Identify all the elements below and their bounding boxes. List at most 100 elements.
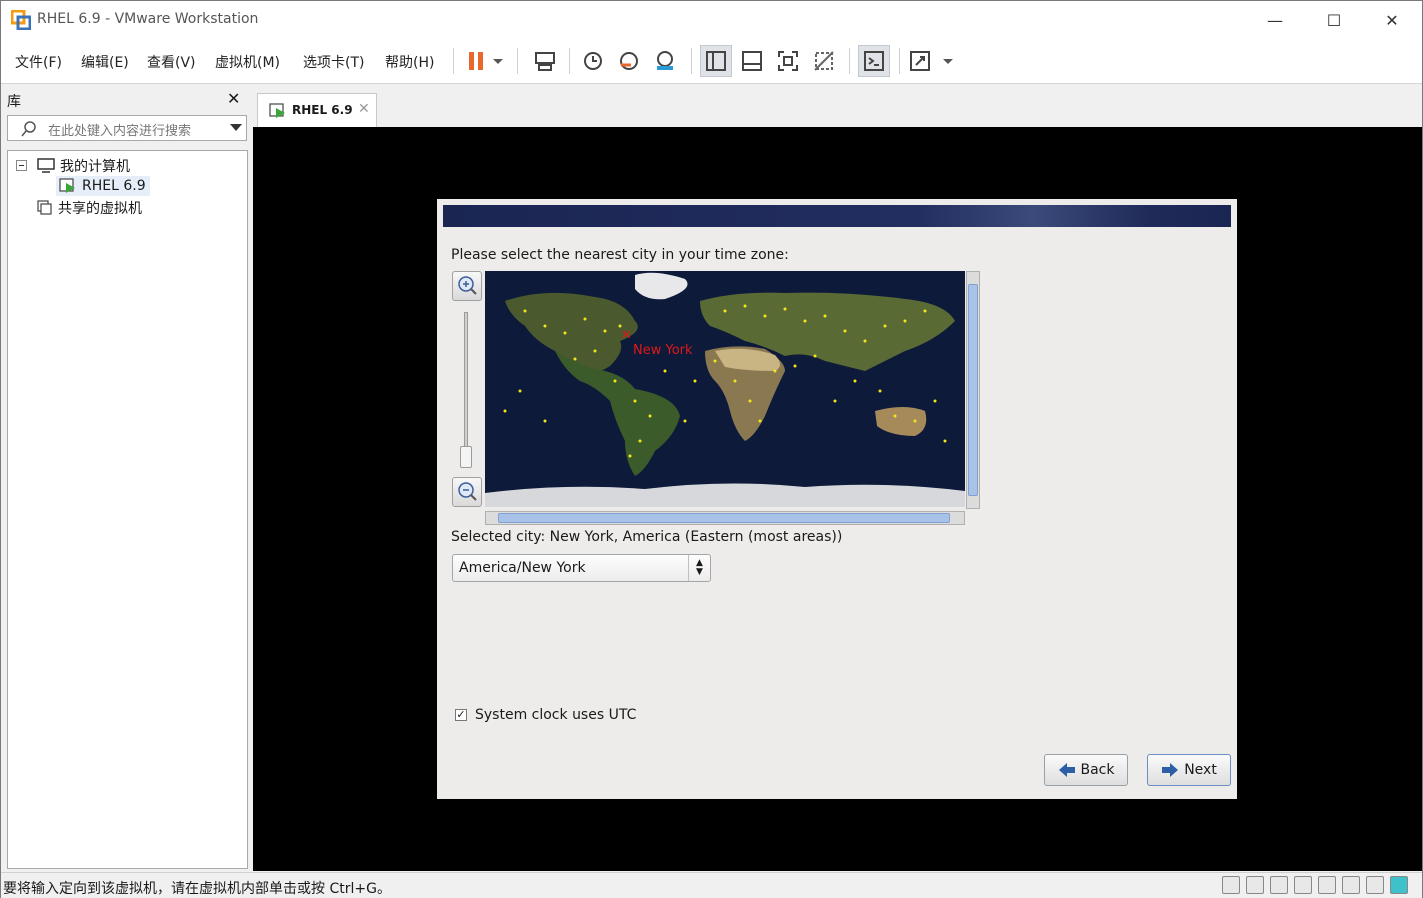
network-adapter-icon[interactable] <box>1270 876 1288 894</box>
toolbar-separator <box>691 48 692 74</box>
map-vertical-scroll-thumb[interactable] <box>968 284 978 496</box>
show-library-button[interactable] <box>700 45 732 77</box>
tree-item-rhel[interactable]: RHEL 6.9 <box>56 176 150 196</box>
vm-running-icon <box>269 103 285 118</box>
menu-help[interactable]: 帮助(H) <box>385 52 434 72</box>
fullscreen-icon <box>778 51 798 71</box>
back-button-label: Back <box>1080 762 1115 778</box>
tree-label-rhel: RHEL 6.9 <box>82 178 146 194</box>
timezone-prompt: Please select the nearest city in your t… <box>451 247 789 263</box>
revert-snapshot-button[interactable] <box>613 45 645 77</box>
console-icon <box>864 51 884 71</box>
vm-tab-strip: RHEL 6.9 ✕ <box>253 87 1422 127</box>
selected-city-text: Selected city: New York, America (Easter… <box>451 529 843 545</box>
toolbar-separator <box>453 48 454 74</box>
vm-running-icon <box>59 178 75 193</box>
next-button[interactable]: Next <box>1147 754 1231 786</box>
keyboard-monitor-icon <box>535 52 555 71</box>
world-map-image: ✕ <box>485 271 965 507</box>
arrow-left-icon <box>1058 763 1075 777</box>
zoom-in-button[interactable] <box>452 271 482 301</box>
map-marker-cross-icon: ✕ <box>621 328 632 343</box>
vmware-logo-icon <box>11 10 31 30</box>
send-ctrl-alt-del-button[interactable] <box>529 45 561 77</box>
snapshot-button[interactable] <box>577 45 609 77</box>
map-marker-label: New York <box>633 343 693 358</box>
title-bar: RHEL 6.9 - VMware Workstation — ☐ ✕ <box>1 1 1422 39</box>
chevron-down-icon[interactable] <box>230 124 242 132</box>
cd-dvd-icon[interactable] <box>1246 876 1264 894</box>
zoom-out-icon <box>458 482 477 501</box>
library-search-input[interactable]: 在此处键入内容进行搜索 <box>7 115 247 141</box>
vm-console[interactable]: Please select the nearest city in your t… <box>253 127 1422 871</box>
next-button-label: Next <box>1184 762 1217 778</box>
timezone-select-value: America/New York <box>459 560 586 576</box>
shared-vm-icon <box>37 200 52 215</box>
bottom-panel-icon <box>742 51 762 71</box>
tree-item-my-computer[interactable]: 我的计算机 <box>16 156 130 176</box>
pause-button[interactable] <box>461 45 509 77</box>
message-log-icon[interactable] <box>1390 876 1408 894</box>
zoom-slider-track[interactable] <box>464 312 468 452</box>
world-map[interactable]: ✕ New York <box>485 271 965 507</box>
map-vertical-scrollbar[interactable] <box>966 271 980 509</box>
tree-label-my-computer: 我的计算机 <box>60 159 130 175</box>
utc-checkbox[interactable]: ✓ <box>455 709 467 721</box>
arrow-right-icon <box>1162 763 1179 777</box>
snapshot-manager-icon <box>657 51 673 70</box>
zoom-slider-handle[interactable] <box>460 446 472 468</box>
search-icon <box>21 121 36 137</box>
menu-edit[interactable]: 编辑(E) <box>81 52 129 72</box>
snapshot-manager-button[interactable] <box>649 45 681 77</box>
window-title: RHEL 6.9 - VMware Workstation <box>37 11 259 27</box>
library-tree: 我的计算机 RHEL 6.9 共享的虚拟机 <box>7 150 248 869</box>
toolbar-separator <box>849 48 850 74</box>
library-header: 库 ✕ <box>1 87 251 113</box>
snapshot-clock-icon <box>584 52 602 70</box>
timezone-select[interactable]: America/New York ▲ ▼ <box>452 554 711 582</box>
menu-vm[interactable]: 虚拟机(M) <box>215 52 280 72</box>
computer-icon <box>37 158 55 173</box>
status-text: 要将输入定向到该虚拟机，请在虚拟机内部单击或按 Ctrl+G。 <box>3 881 391 897</box>
pause-icon <box>469 52 503 70</box>
console-view-button[interactable] <box>858 45 890 77</box>
stretch-guest-button[interactable] <box>908 45 956 77</box>
unity-button[interactable] <box>808 45 840 77</box>
library-title: 库 <box>7 94 21 110</box>
status-bar: 要将输入定向到该虚拟机，请在虚拟机内部单击或按 Ctrl+G。 <box>1 872 1422 898</box>
printer-icon[interactable] <box>1318 876 1336 894</box>
menu-toolbar: 文件(F) 编辑(E) 查看(V) 虚拟机(M) 选项卡(T) 帮助(H) <box>1 39 1422 84</box>
utc-label: System clock uses UTC <box>475 707 637 723</box>
display-icon[interactable] <box>1366 876 1384 894</box>
back-button[interactable]: Back <box>1044 754 1128 786</box>
revert-clock-icon <box>620 52 638 70</box>
tab-label: RHEL 6.9 <box>292 103 353 117</box>
menu-file[interactable]: 文件(F) <box>15 52 62 72</box>
sidebar-layout-icon <box>706 51 726 71</box>
toolbar-separator <box>517 48 518 74</box>
menu-view[interactable]: 查看(V) <box>147 52 196 72</box>
stretch-icon <box>910 51 953 71</box>
thumbnail-bar-button[interactable] <box>736 45 768 77</box>
tab-rhel[interactable]: RHEL 6.9 ✕ <box>257 93 377 127</box>
library-close-icon[interactable]: ✕ <box>227 89 240 108</box>
maximize-button[interactable]: ☐ <box>1305 1 1363 39</box>
close-window-button[interactable]: ✕ <box>1363 1 1421 39</box>
usb-icon[interactable] <box>1294 876 1312 894</box>
hard-disk-icon[interactable] <box>1222 876 1240 894</box>
minimize-button[interactable]: — <box>1246 1 1304 39</box>
tab-close-icon[interactable]: ✕ <box>358 101 370 117</box>
toolbar-separator <box>569 48 570 74</box>
device-status-icons <box>1222 876 1408 894</box>
zoom-in-icon <box>458 276 477 295</box>
library-search-placeholder: 在此处键入内容进行搜索 <box>48 124 192 139</box>
tree-item-shared-vms[interactable]: 共享的虚拟机 <box>36 198 142 218</box>
utc-option[interactable]: ✓ System clock uses UTC <box>455 707 636 723</box>
zoom-out-button[interactable] <box>452 477 482 507</box>
map-horizontal-scroll-thumb[interactable] <box>498 513 950 523</box>
map-horizontal-scrollbar[interactable] <box>485 511 965 525</box>
menu-tabs[interactable]: 选项卡(T) <box>303 52 364 72</box>
full-screen-button[interactable] <box>772 45 804 77</box>
sound-icon[interactable] <box>1342 876 1360 894</box>
collapse-icon[interactable] <box>16 160 28 172</box>
